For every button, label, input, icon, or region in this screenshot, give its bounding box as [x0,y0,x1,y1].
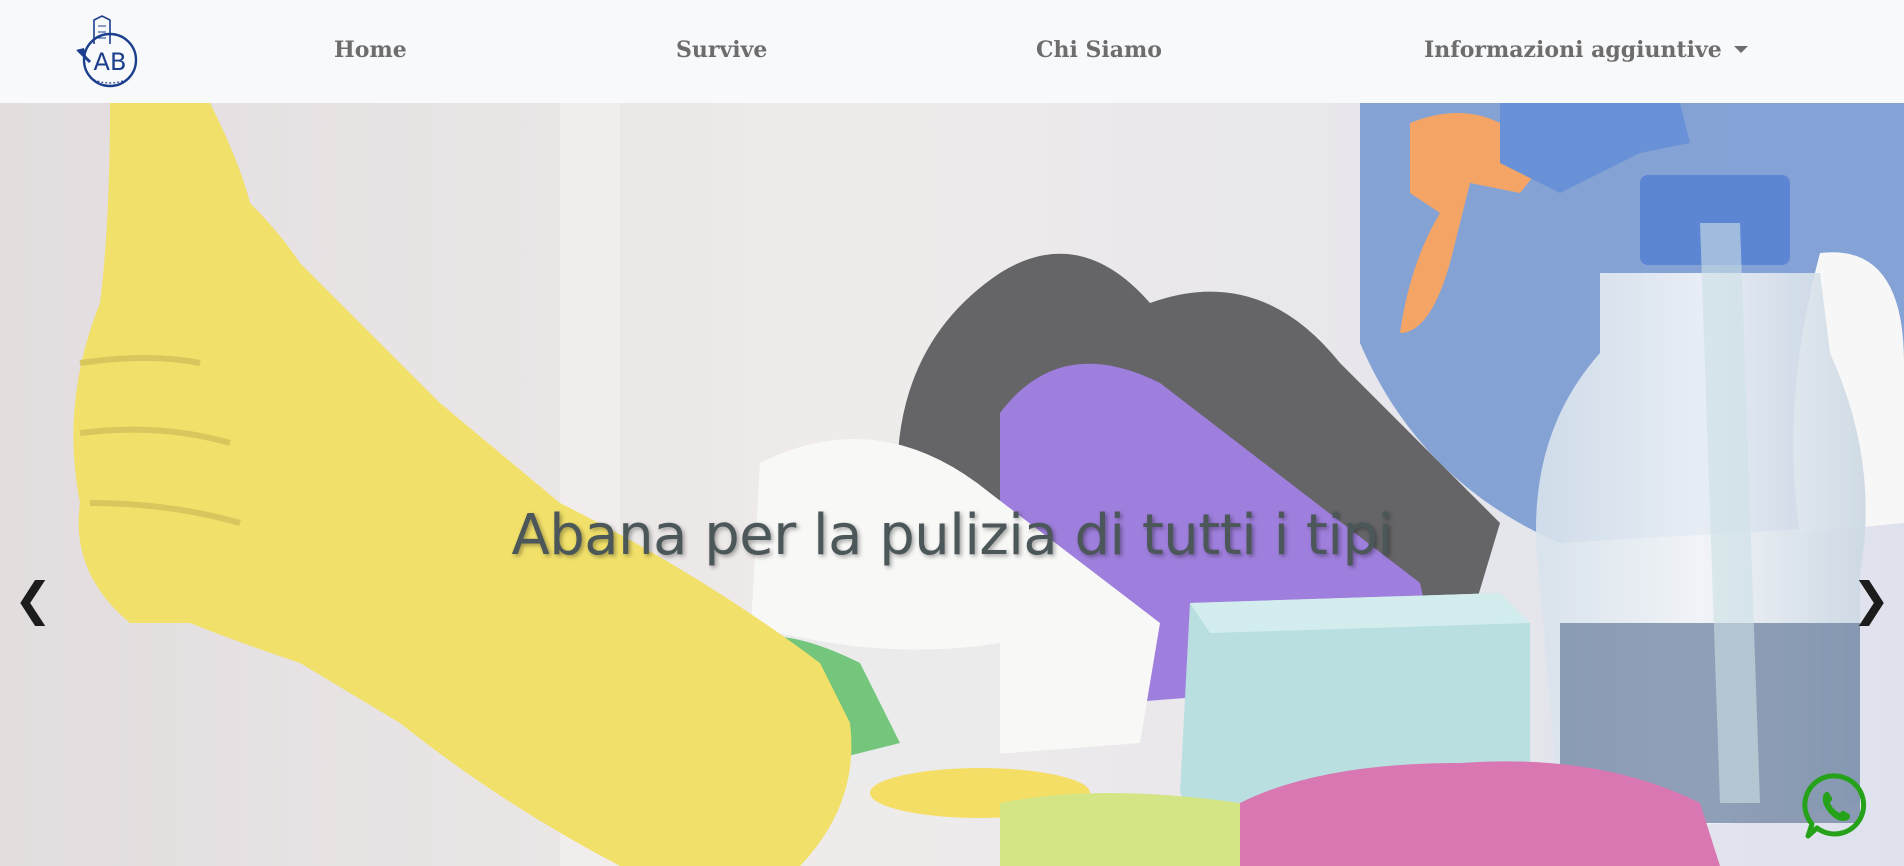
caret-down-icon [1733,45,1748,53]
nav-dropdown-info[interactable]: Informazioni aggiuntive [1424,30,1748,70]
nav-link-services-label: Survive [676,37,768,63]
hero-carousel: Abana per la pulizia di tutti i tipi ❮ ❯ [0,103,1904,866]
nav-link-home[interactable]: Home [334,30,407,70]
hero-title: Abana per la pulizia di tutti i tipi [511,503,1393,568]
chevron-left-icon: ❮ [13,572,53,626]
carousel-next-button[interactable]: ❯ [1846,569,1896,629]
nav-link-about[interactable]: Chi Siamo [1036,30,1162,70]
chevron-right-icon: ❯ [1851,572,1891,626]
hero-overlay [0,103,1904,866]
top-navbar: AB Home Survive Chi Siamo Informazioni a… [0,0,1904,103]
carousel-prev-button[interactable]: ❮ [8,569,58,629]
ab-logo-icon[interactable]: AB [72,14,142,90]
svg-text:AB: AB [94,48,127,76]
whatsapp-icon[interactable] [1800,770,1872,842]
nav-link-home-label: Home [334,37,407,63]
nav-dropdown-info-label: Informazioni aggiuntive [1424,37,1722,63]
nav-link-about-label: Chi Siamo [1036,37,1162,63]
nav-link-services[interactable]: Survive [676,30,767,70]
